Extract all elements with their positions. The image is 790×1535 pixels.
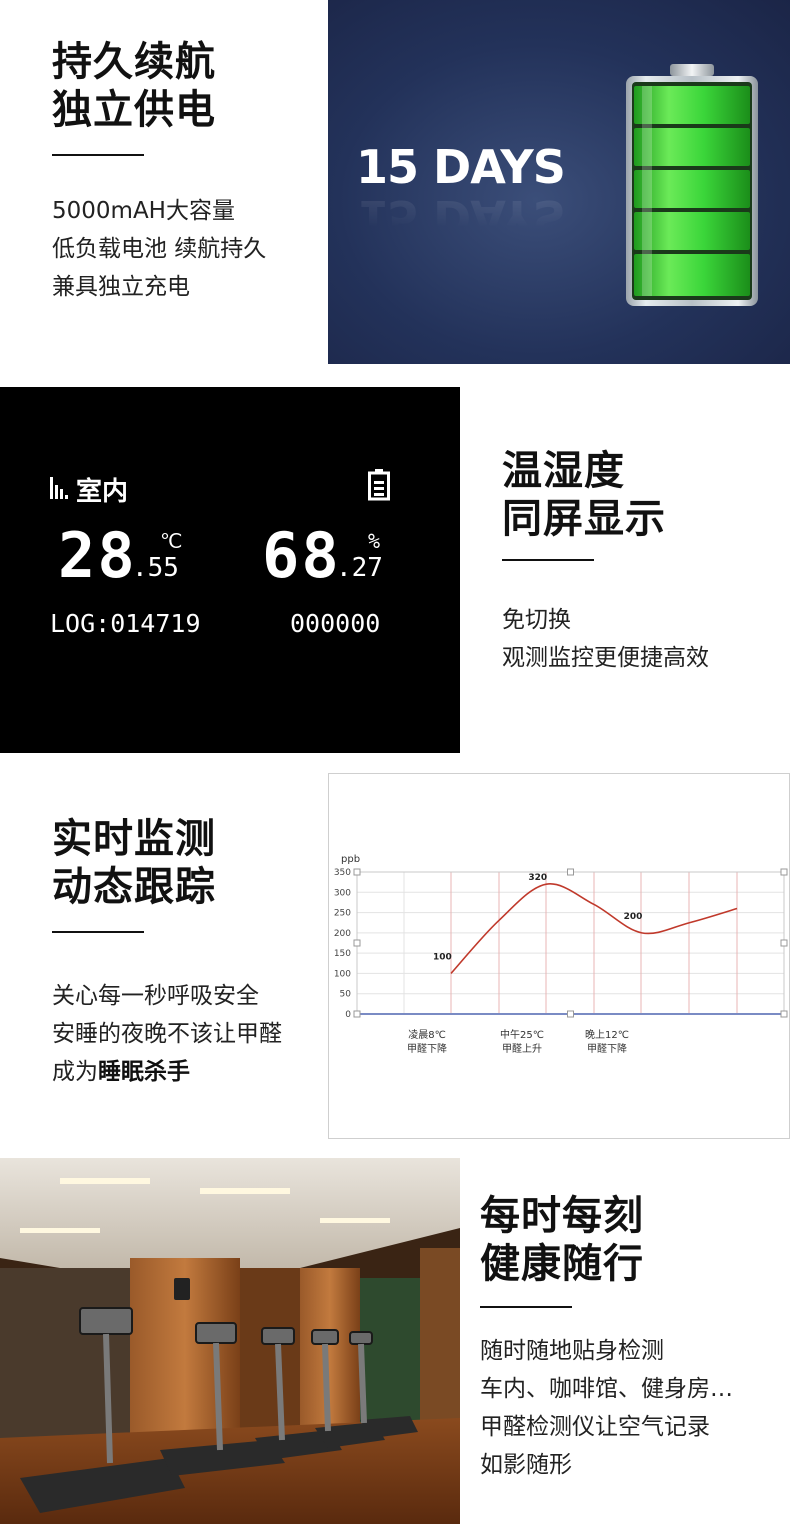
counter-readout: 000000: [290, 609, 381, 638]
y-axis-label: ppb: [341, 854, 360, 865]
location-label: 室内: [76, 477, 129, 507]
gym-photo: [0, 1158, 460, 1524]
resize-handle: [780, 1010, 788, 1018]
temperature-integer: 28: [58, 519, 137, 592]
days-label-reflection: 15 DAYS: [356, 190, 565, 244]
display-section: 室内 28 .55 ℃ 68 .27 % LOG:014719 000000 温…: [0, 387, 790, 753]
battery-icon: [626, 64, 758, 306]
resize-handle: [780, 939, 788, 947]
lifestyle-text-block: 每时每刻 健康随行 随时随地贴身检测 车内、咖啡馆、健身房… 甲醛检测仪让空气记…: [480, 1192, 780, 1484]
battery-banner: 15 DAYS 15 DAYS: [328, 0, 790, 364]
monitoring-title: 实时监测 动态跟踪: [52, 816, 216, 910]
temperature-decimal: .55: [132, 553, 179, 583]
data-label: 200: [624, 912, 643, 922]
log-readout: LOG:014719: [50, 609, 201, 638]
humidity-unit: %: [368, 529, 381, 553]
data-label: 320: [528, 873, 547, 883]
title-divider: [52, 154, 144, 156]
temperature-unit: ℃: [160, 529, 183, 553]
humidity-decimal: .27: [336, 553, 383, 583]
x-annotation-line1: 中午25℃: [500, 1028, 544, 1041]
monitoring-description-bold: 睡眠杀手: [98, 1059, 190, 1085]
monitoring-text-block: 实时监测 动态跟踪 关心每一秒呼吸安全 安睡的夜晚不该让甲醛 成为睡眠杀手: [52, 815, 322, 1091]
x-annotation-line1: 凌晨8℃: [408, 1028, 446, 1041]
data-label: 100: [433, 952, 452, 962]
battery-status-icon: [368, 469, 390, 501]
display-title: 温湿度 同屏显示: [502, 448, 666, 542]
resize-handle: [567, 868, 574, 876]
y-tick-label: 0: [345, 1010, 351, 1020]
battery-section: 持久续航 独立供电 5000mAH大容量 低负载电池 续航持久 兼具独立充电 1…: [0, 0, 790, 364]
x-annotation-line2: 甲醛下降: [587, 1042, 627, 1055]
display-description: 免切换 观测监控更便捷高效: [502, 607, 709, 671]
resize-handle: [353, 868, 361, 876]
plot-frame: [356, 871, 785, 1015]
resize-handle: [353, 1010, 361, 1018]
lifestyle-title: 每时每刻 健康随行: [480, 1193, 644, 1287]
y-tick-label: 300: [334, 888, 351, 898]
title-divider: [52, 931, 144, 933]
battery-text-block: 持久续航 独立供电 5000mAH大容量 低负载电池 续航持久 兼具独立充电: [52, 38, 312, 306]
monitoring-description: 关心每一秒呼吸安全 安睡的夜晚不该让甲醛 成为睡眠杀手: [52, 977, 322, 1091]
x-annotation-line2: 甲醛上升: [502, 1042, 542, 1055]
y-tick-label: 250: [334, 909, 351, 919]
chart-svg: ppb050100150200250300350100320200凌晨8℃甲醛下…: [334, 854, 788, 1055]
title-divider: [480, 1306, 572, 1308]
lifestyle-description: 随时随地贴身检测 车内、咖啡馆、健身房… 甲醛检测仪让空气记录 如影随形: [480, 1338, 733, 1478]
lifestyle-section: 每时每刻 健康随行 随时随地贴身检测 车内、咖啡馆、健身房… 甲醛检测仪让空气记…: [0, 1158, 790, 1535]
y-tick-label: 100: [334, 969, 351, 979]
formaldehyde-chart: ppb 0 50 100 150 200 250 300 350 100 320 200 凌晨8℃ 甲醛下…: [328, 773, 790, 1139]
lcd-screen: 室内 28 .55 ℃ 68 .27 % LOG:014719 000000: [0, 387, 460, 753]
monitoring-section: 实时监测 动态跟踪 关心每一秒呼吸安全 安睡的夜晚不该让甲醛 成为睡眠杀手 pp…: [0, 773, 790, 1139]
title-divider: [502, 559, 594, 561]
y-tick-label: 150: [334, 949, 351, 959]
battery-title: 持久续航 独立供电: [52, 39, 216, 133]
resize-handle: [353, 939, 361, 947]
days-label: 15 DAYS: [356, 140, 566, 194]
signal-icon: [50, 477, 68, 499]
display-text-block: 温湿度 同屏显示 免切换 观测监控更便捷高效: [502, 447, 772, 677]
y-tick-label: 50: [340, 990, 352, 1000]
resize-handle: [780, 868, 788, 876]
y-tick-label: 200: [334, 929, 351, 939]
resize-handle: [567, 1010, 574, 1018]
x-annotation-line2: 甲醛下降: [407, 1042, 447, 1055]
battery-description: 5000mAH大容量 低负载电池 续航持久 兼具独立充电: [52, 198, 267, 300]
x-annotation-line1: 晚上12℃: [585, 1029, 629, 1041]
gym-illustration: [0, 1158, 460, 1524]
humidity-integer: 68: [262, 519, 341, 592]
y-tick-label: 350: [334, 868, 351, 878]
